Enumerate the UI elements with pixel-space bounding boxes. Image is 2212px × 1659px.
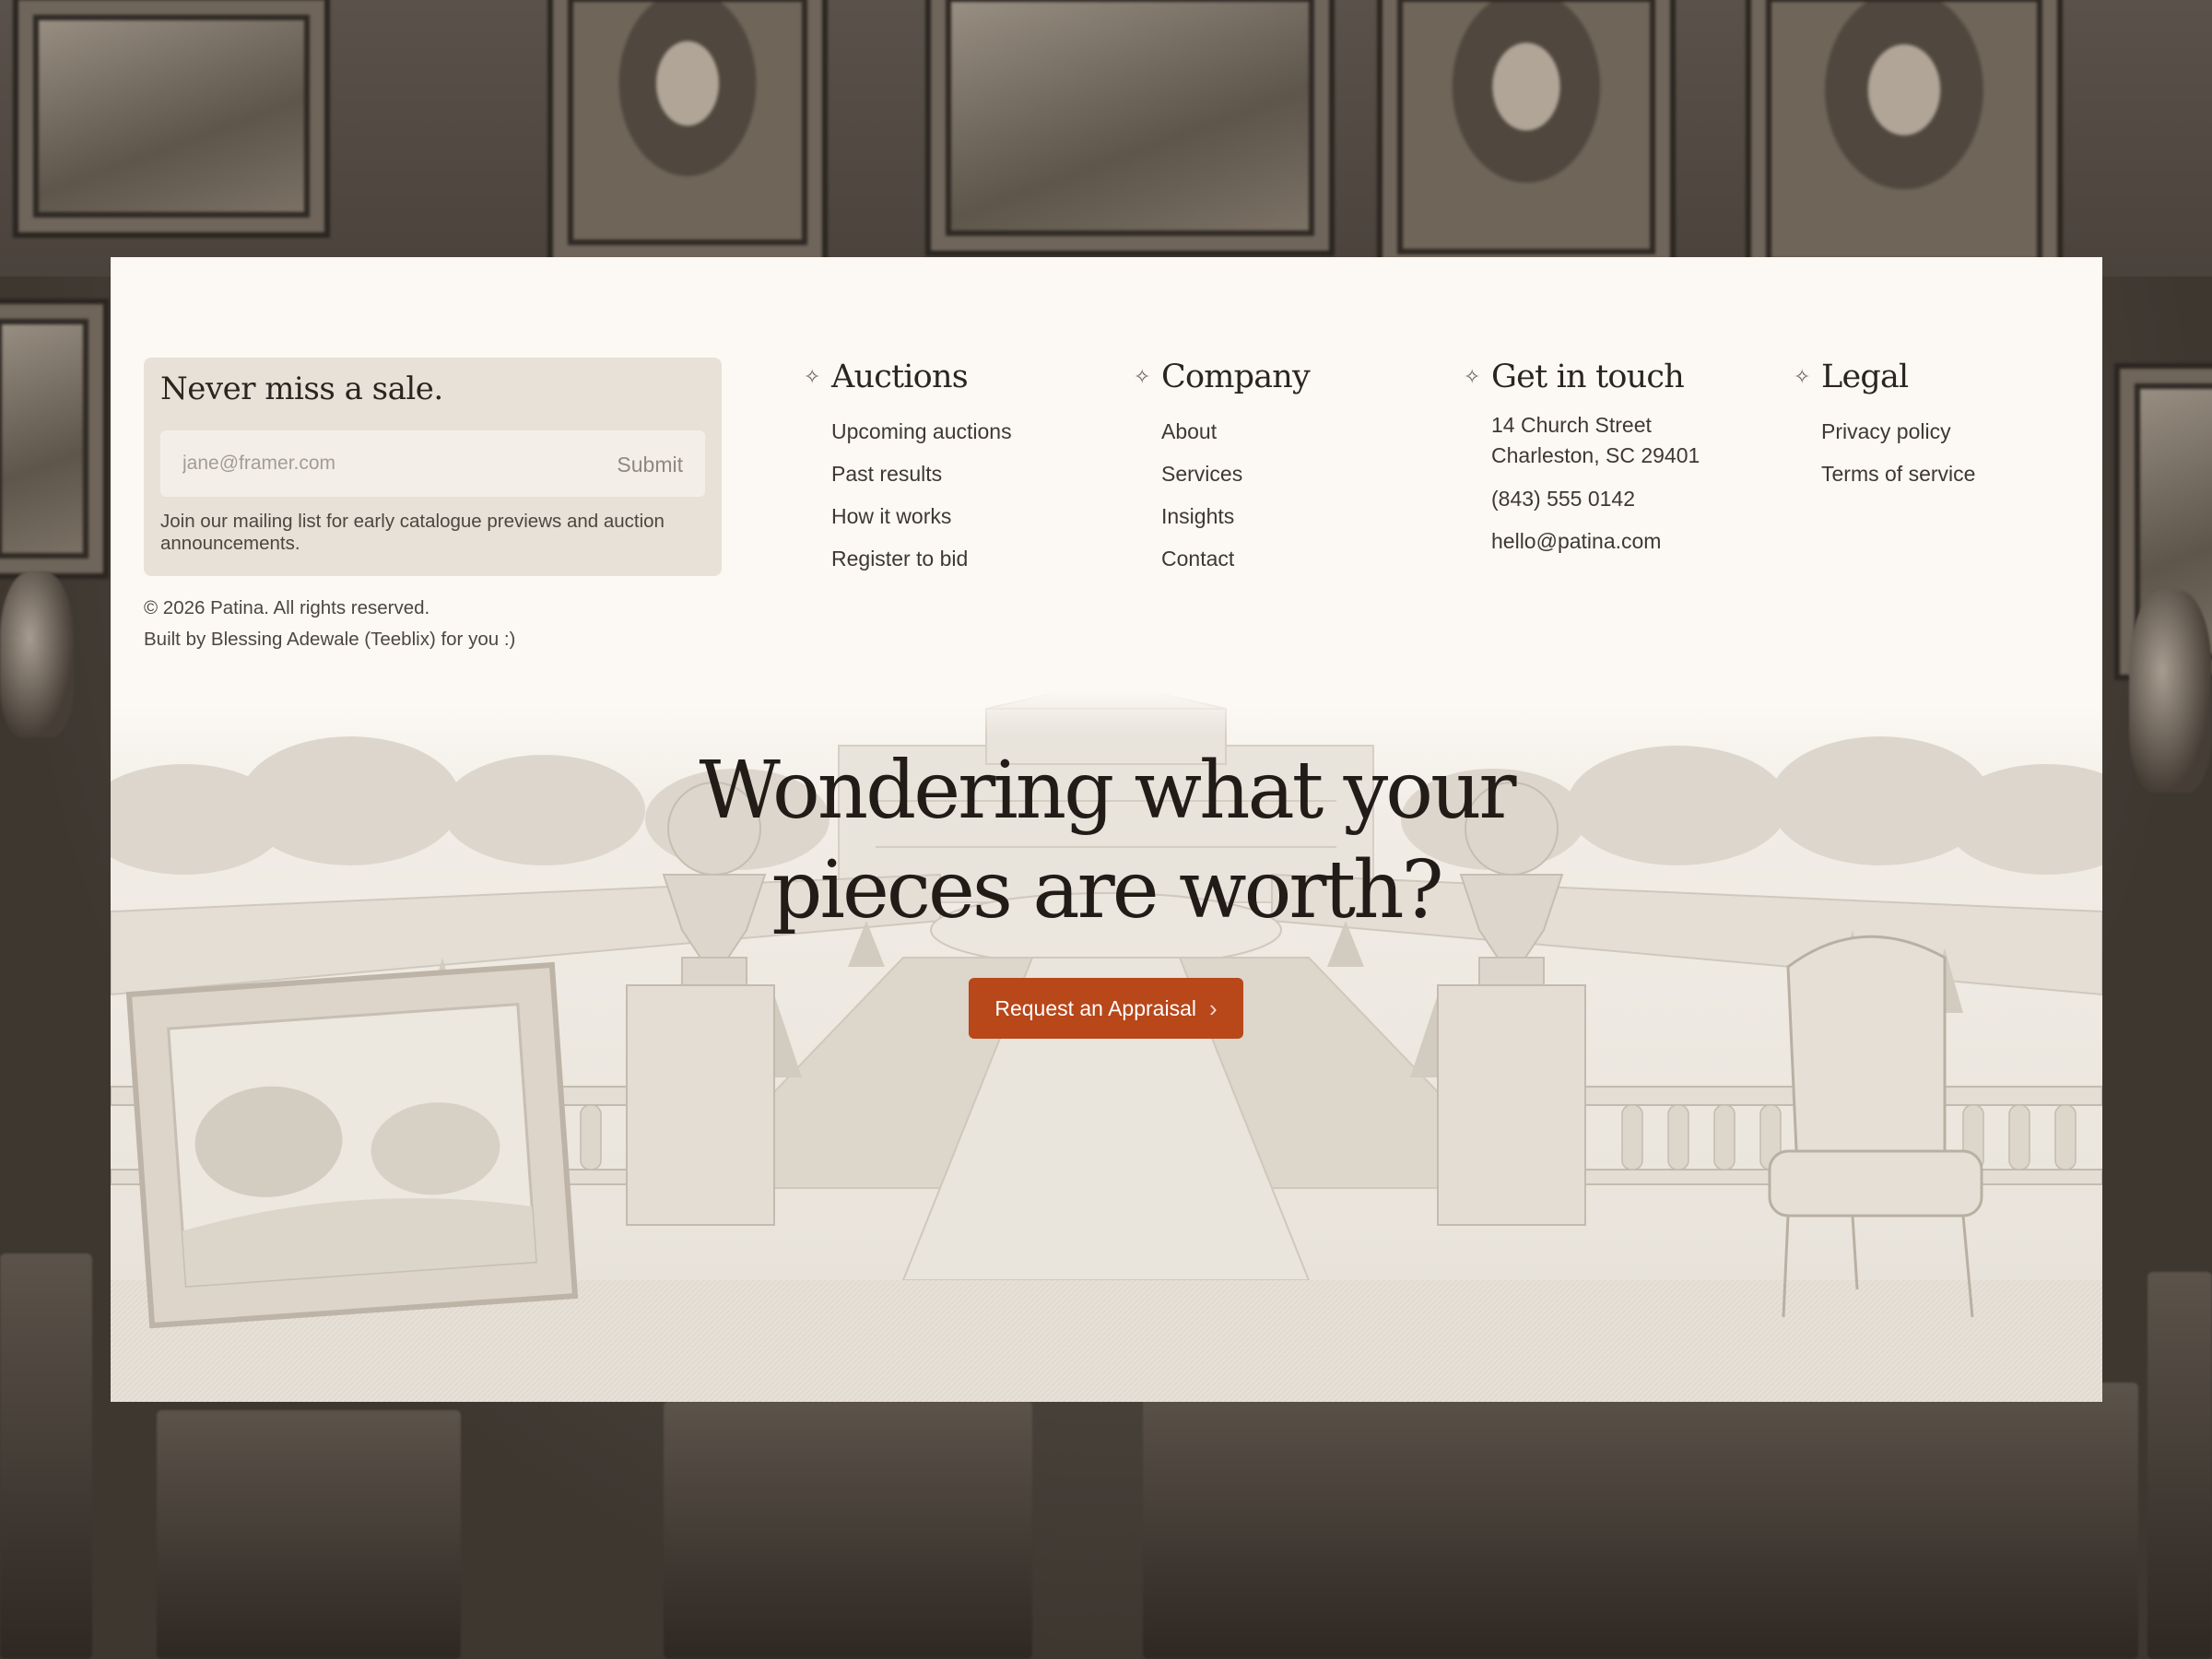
appraisal-headline: Wondering what your pieces are worth? <box>111 741 2102 940</box>
sparkle-icon: ✧ <box>1464 365 1481 388</box>
column-title-auctions: Auctions <box>831 359 969 395</box>
footer-column-contact: ✧ Get in touch 14 Church Street Charlest… <box>1464 353 1700 569</box>
newsletter-form: Submit <box>160 430 705 497</box>
chevron-right-icon: › <box>1208 994 1218 1022</box>
phone-link[interactable]: (843) 555 0142 <box>1491 484 1700 514</box>
link-insights[interactable]: Insights <box>1161 495 1310 537</box>
email-link[interactable]: hello@patina.com <box>1491 526 1700 557</box>
footer-column-company: ✧ Company About Services Insights Contac… <box>1134 353 1311 580</box>
link-terms-of-service[interactable]: Terms of service <box>1821 453 1975 495</box>
footer-card: Never miss a sale. Submit Join our maili… <box>111 257 2102 1402</box>
column-title-contact: Get in touch <box>1491 359 1685 395</box>
link-privacy-policy[interactable]: Privacy policy <box>1821 410 1975 453</box>
address-line-1: 14 Church Street <box>1491 413 1652 437</box>
newsletter-note: Join our mailing list for early catalogu… <box>160 511 665 554</box>
sparkle-icon: ✧ <box>1794 365 1811 388</box>
sparkle-icon: ✧ <box>1134 365 1151 388</box>
request-appraisal-button[interactable]: Request an Appraisal › <box>969 978 1243 1039</box>
link-upcoming-auctions[interactable]: Upcoming auctions <box>831 410 1012 453</box>
appraisal-hero: Wondering what your pieces are worth? Re… <box>111 690 2102 1402</box>
headline-line-2: pieces are worth? <box>771 844 1443 936</box>
newsletter-title: Never miss a sale. <box>160 371 443 407</box>
footer-meta: © 2026 Patina. All rights reserved. Buil… <box>144 593 515 655</box>
footer-column-auctions: ✧ Auctions Upcoming auctions Past result… <box>804 353 1012 580</box>
link-how-it-works[interactable]: How it works <box>831 495 1012 537</box>
link-services[interactable]: Services <box>1161 453 1310 495</box>
footer-column-legal: ✧ Legal Privacy policy Terms of service <box>1794 353 1975 495</box>
column-title-legal: Legal <box>1821 359 1909 395</box>
submit-button[interactable]: Submit <box>611 430 688 497</box>
newsletter-panel: Never miss a sale. Submit Join our maili… <box>144 358 722 576</box>
link-register-to-bid[interactable]: Register to bid <box>831 537 1012 580</box>
copyright-text: © 2026 Patina. All rights reserved. <box>144 597 430 618</box>
headline-line-1: Wondering what your <box>699 745 1516 837</box>
cta-label: Request an Appraisal <box>994 995 1196 1020</box>
column-title-company: Company <box>1161 359 1311 395</box>
sparkle-icon: ✧ <box>804 365 821 388</box>
link-about[interactable]: About <box>1161 410 1310 453</box>
link-contact[interactable]: Contact <box>1161 537 1310 580</box>
credit-text: Built by Blessing Adewale (Teeblix) for … <box>144 629 516 650</box>
address-line-2: Charleston, SC 29401 <box>1491 443 1700 467</box>
email-input[interactable] <box>160 430 566 497</box>
link-past-results[interactable]: Past results <box>831 453 1012 495</box>
